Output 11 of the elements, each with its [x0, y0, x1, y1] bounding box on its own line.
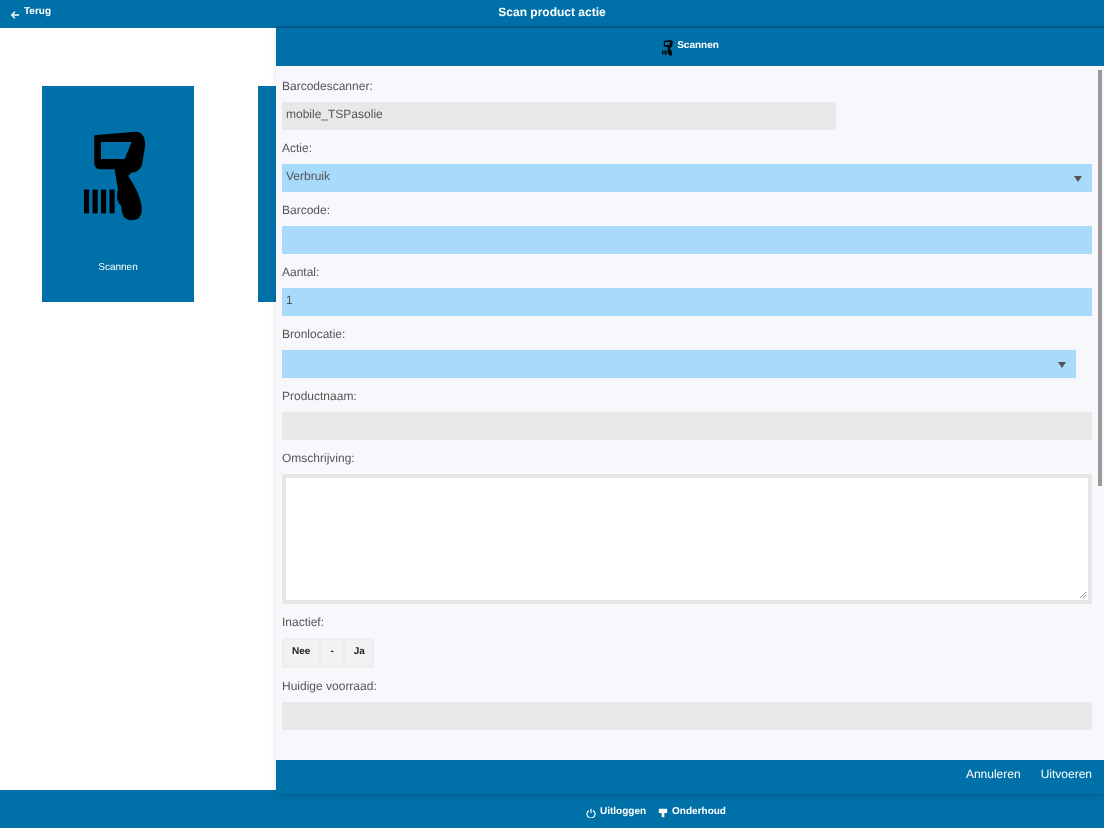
- arrow-left-icon: [10, 9, 20, 19]
- caret-icon: [1058, 361, 1066, 367]
- textarea-field[interactable]: [282, 474, 1092, 604]
- resize-handle-icon[interactable]: [1080, 592, 1086, 598]
- select-field[interactable]: [282, 350, 1076, 378]
- wrench-icon: [658, 808, 669, 818]
- caret-icon: [1074, 175, 1082, 181]
- barcode-scanner-icon: [661, 39, 674, 55]
- power-icon: [585, 808, 596, 818]
- input-field[interactable]: [282, 226, 1092, 254]
- scrollbar[interactable]: [1098, 70, 1102, 486]
